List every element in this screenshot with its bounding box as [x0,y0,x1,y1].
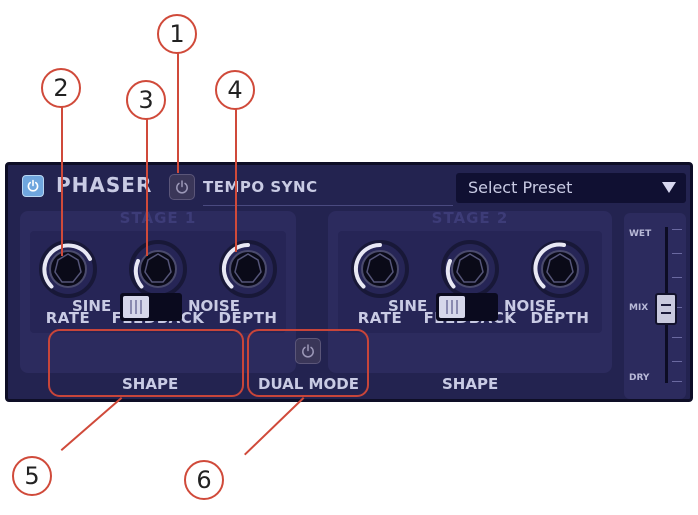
callout-1-leader [177,53,179,173]
triangle-down-icon[interactable] [662,182,676,193]
sine-label: SINE [388,297,428,315]
callout-6: 6 [184,460,224,500]
wet-label: WET [629,229,652,239]
mix-label: MIX [629,303,649,313]
tempo-sync-label: TEMPO SYNC [203,178,318,196]
depth-knob[interactable] [530,239,590,299]
callout-5-highlight [48,329,244,397]
switch-thumb[interactable] [439,296,465,318]
callout-4-leader [235,108,237,252]
callout-5-leader [60,397,123,451]
callout-4: 4 [215,70,255,110]
stage-1-shape-switch-row: SINE NOISE [72,293,252,321]
title-bar: PHASER TEMPO SYNC Select Preset [8,165,690,207]
tempo-sync-button[interactable] [169,174,195,200]
preset-value: Select Preset [468,178,573,197]
stage-title: STAGE 2 [431,209,509,227]
depth-knob[interactable] [218,239,278,299]
mix-slider-thumb[interactable] [655,293,677,325]
callout-2-leader [61,106,63,256]
noise-label: NOISE [504,297,556,315]
power-button[interactable] [22,175,44,197]
callout-5: 5 [12,456,52,496]
mix-slider[interactable]: WET MIX DRY [624,213,686,399]
callout-6-leader [244,397,305,456]
callout-2: 2 [41,68,81,108]
plugin-title: PHASER [56,173,153,197]
rate-knob[interactable] [350,239,410,299]
tick [672,277,682,278]
stage-2-shape-switch-row: SINE NOISE [388,293,568,321]
callout-6-highlight [247,329,369,397]
stage-2: STAGE 2 RATE FEEDBACK DEP [328,209,612,373]
tick [672,361,682,362]
dry-label: DRY [629,373,650,383]
feedback-knob[interactable] [440,239,500,299]
callout-1: 1 [157,14,197,54]
power-icon [176,180,188,194]
sine-label: SINE [72,297,112,315]
tick [672,337,682,338]
tick [672,253,682,254]
divider [203,205,453,206]
shape-switch[interactable] [436,293,498,321]
power-icon [27,179,39,192]
rate-knob[interactable] [38,239,98,299]
callout-3-leader [146,118,148,256]
tick [672,381,682,382]
callout-3: 3 [126,80,166,120]
preset-dropdown[interactable]: Select Preset [456,173,686,203]
shape-label: SHAPE [442,375,499,393]
tick [672,229,682,230]
noise-label: NOISE [188,297,240,315]
feedback-knob[interactable] [128,239,188,299]
switch-thumb[interactable] [123,296,149,318]
shape-switch[interactable] [120,293,182,321]
